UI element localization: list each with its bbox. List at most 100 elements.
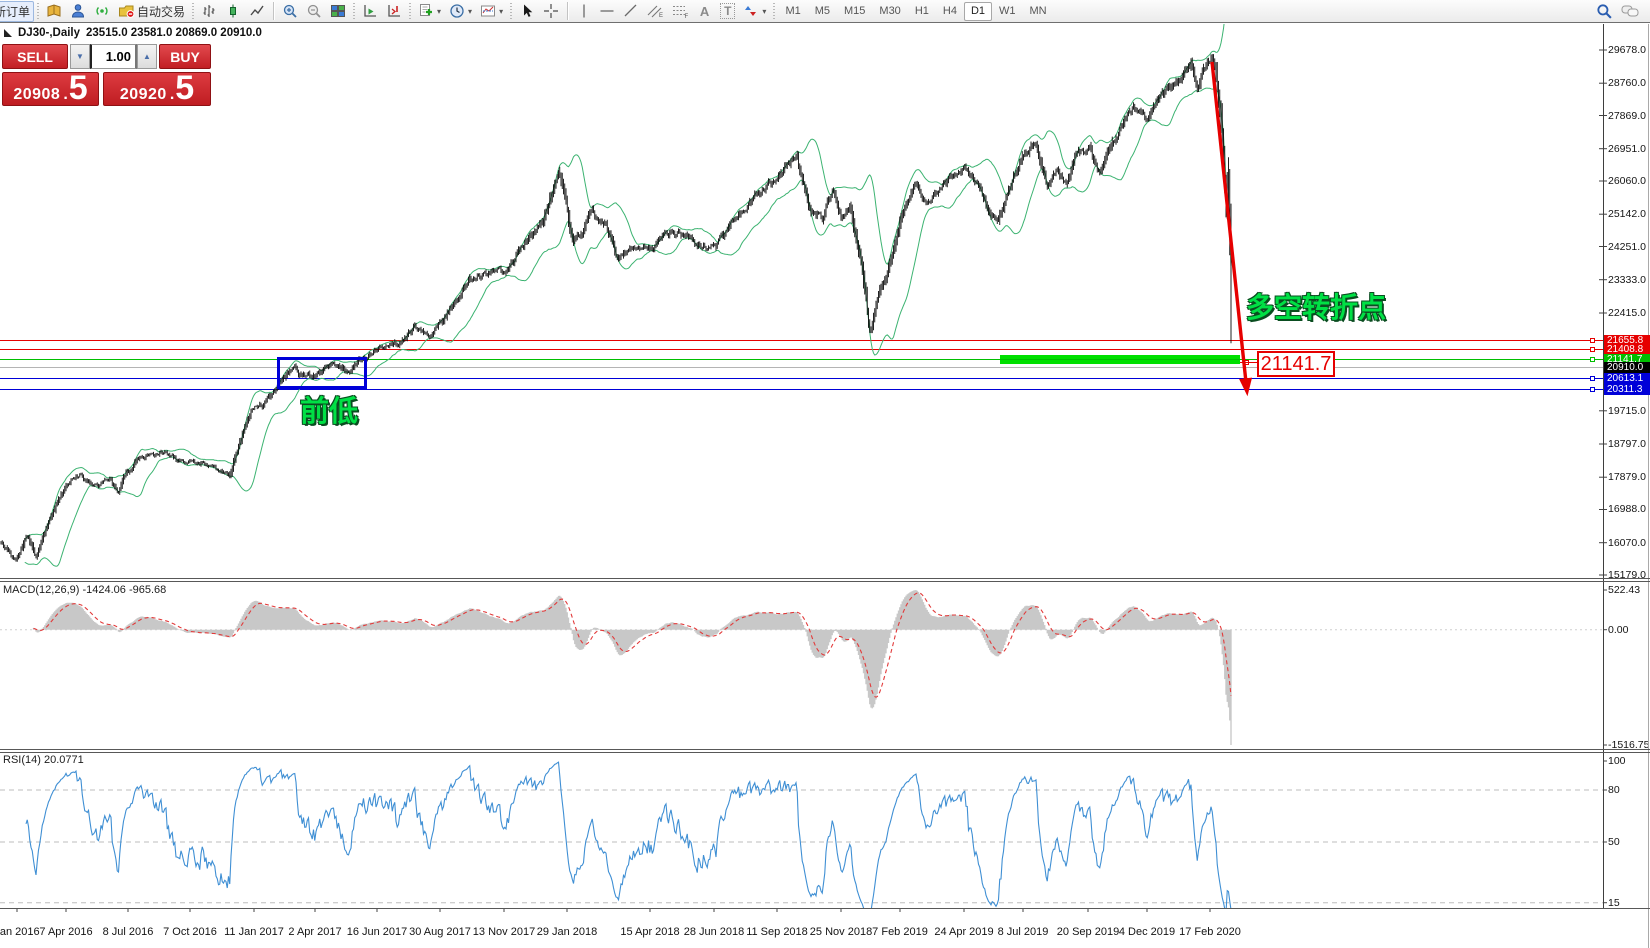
mt4-window: 新订单 自动交易 <box>0 0 1650 948</box>
auto-scroll-button[interactable] <box>358 1 382 22</box>
timeframe-button-H4[interactable]: H4 <box>936 2 964 21</box>
accounts-button[interactable] <box>66 1 90 22</box>
x-axis-date-label: 11 Jan 2017 <box>224 926 284 938</box>
crosshair-button[interactable] <box>539 1 563 22</box>
x-axis-date-label: 7 Feb 2019 <box>872 926 928 938</box>
price-axis-label: 24251.0 <box>1608 241 1646 253</box>
buy-price-int: 20920 <box>120 86 167 104</box>
chat-icon <box>1621 3 1640 19</box>
horizontal-level-line[interactable] <box>0 378 1603 379</box>
horizontal-line-button[interactable] <box>595 1 619 22</box>
vertical-line-icon <box>577 3 591 19</box>
timeframe-button-W1[interactable]: W1 <box>992 2 1023 21</box>
toolbar-separator <box>567 2 568 20</box>
chevron-down-icon: ▾ <box>762 7 766 16</box>
signal-icon <box>94 3 110 19</box>
horizontal-level-line[interactable] <box>0 340 1603 341</box>
sell-button[interactable]: SELL <box>2 44 68 69</box>
previous-low-annotation: 前低 <box>300 388 358 430</box>
channel-button[interactable]: E <box>643 1 668 22</box>
price-axis-label: 17879.0 <box>1608 471 1646 483</box>
vertical-line-button[interactable] <box>572 1 595 22</box>
horizontal-level-line[interactable] <box>0 389 1603 390</box>
text-label-button[interactable]: T <box>716 1 739 22</box>
trendline-button[interactable] <box>619 1 643 22</box>
current-price-tag: 20910.0 <box>1604 362 1650 373</box>
x-axis-date-label: 8 Jul 2019 <box>998 926 1049 938</box>
line-handle[interactable] <box>1590 376 1595 381</box>
price-tag-box[interactable]: 21141.7 <box>1257 351 1335 377</box>
chart-shift-button[interactable] <box>382 1 406 22</box>
buy-button[interactable]: BUY <box>159 44 211 69</box>
toolbar-grip <box>37 3 39 19</box>
history-center-button[interactable] <box>42 1 66 22</box>
toolbar-grip <box>510 3 512 19</box>
panel-separator[interactable] <box>0 752 1650 753</box>
panel-separator[interactable] <box>0 578 1650 579</box>
fibonacci-button[interactable]: F <box>668 1 693 22</box>
panel-separator[interactable] <box>0 581 1650 582</box>
template-button[interactable]: ▾ <box>476 1 507 22</box>
level-price-tag: 20613.1 <box>1604 373 1650 384</box>
price-tag-pointer <box>1240 362 1257 363</box>
tile-windows-button[interactable] <box>326 1 350 22</box>
timeframe-bar: M1M5M15M30H1H4D1W1MN <box>778 2 1053 21</box>
zoom-in-icon <box>282 3 298 19</box>
volume-decrease-button[interactable]: ▼ <box>70 44 90 69</box>
add-indicator-button[interactable]: ▾ <box>414 1 445 22</box>
horizontal-level-line[interactable] <box>0 349 1603 350</box>
panel-separator[interactable] <box>0 749 1650 750</box>
rsi-axis-label: 80 <box>1608 784 1620 796</box>
cursor-button[interactable] <box>515 1 539 22</box>
autotrading-button[interactable]: 自动交易 <box>114 1 189 22</box>
period-button[interactable]: ▾ <box>445 1 476 22</box>
timeframe-button-D1[interactable]: D1 <box>964 2 992 21</box>
timeframe-button-M30[interactable]: M30 <box>872 2 907 21</box>
previous-low-range-box[interactable] <box>277 357 367 389</box>
zoom-in-button[interactable] <box>278 1 302 22</box>
volume-increase-button[interactable]: ▲ <box>137 44 157 69</box>
buy-price-display[interactable]: 20920.5 <box>103 72 211 106</box>
line-handle[interactable] <box>1590 338 1595 343</box>
line-handle[interactable] <box>1590 357 1595 362</box>
toolbar-grip <box>192 3 194 19</box>
macd-label: MACD(12,26,9) -1424.06 -965.68 <box>3 584 166 596</box>
toolbar-grip <box>409 3 411 19</box>
person-icon <box>70 3 86 19</box>
add-indicator-icon <box>418 3 434 19</box>
horizontal-level-line[interactable] <box>0 359 1603 360</box>
timeframe-button-H1[interactable]: H1 <box>908 2 936 21</box>
x-axis-date-label: Jan 2016 <box>0 926 40 938</box>
timeframe-button-M15[interactable]: M15 <box>837 2 872 21</box>
arrows-button[interactable]: ▾ <box>739 1 770 22</box>
x-axis-date-label: 7 Oct 2016 <box>163 926 217 938</box>
signals-button[interactable] <box>90 1 114 22</box>
line-chart-button[interactable] <box>245 1 269 22</box>
x-axis-date-label: 20 Sep 2019 <box>1057 926 1119 938</box>
timeframe-button-MN[interactable]: MN <box>1023 2 1054 21</box>
zoom-out-button[interactable] <box>302 1 326 22</box>
candlestick-button[interactable] <box>221 1 245 22</box>
chat-button[interactable] <box>1617 1 1644 22</box>
price-axis-label: 29678.0 <box>1608 44 1646 56</box>
timeframe-button-M1[interactable]: M1 <box>778 2 807 21</box>
ohlc-values: 23515.0 23581.0 20869.0 20910.0 <box>86 27 262 39</box>
bar-chart-button[interactable] <box>197 1 221 22</box>
panel-separator[interactable] <box>0 908 1650 909</box>
price-axis-label: 25142.0 <box>1608 208 1646 220</box>
search-button[interactable] <box>1592 1 1617 22</box>
volume-input[interactable] <box>90 44 137 69</box>
timeframe-button-M5[interactable]: M5 <box>808 2 837 21</box>
sell-button-label: SELL <box>17 49 53 65</box>
cursor-icon <box>519 3 535 19</box>
fibonacci-icon: F <box>672 3 689 19</box>
line-handle[interactable] <box>1590 347 1595 352</box>
new-order-button[interactable]: 新订单 <box>0 1 34 22</box>
sell-price-display[interactable]: 20908.5 <box>2 72 99 106</box>
line-handle[interactable] <box>1590 387 1595 392</box>
price-axis-label: 26060.0 <box>1608 175 1646 187</box>
autotrading-label: 自动交易 <box>137 3 185 20</box>
x-axis-date-label: 25 Nov 2018 <box>810 926 872 938</box>
text-button[interactable]: A <box>693 1 716 22</box>
rsi-label: RSI(14) 20.0771 <box>3 754 84 766</box>
